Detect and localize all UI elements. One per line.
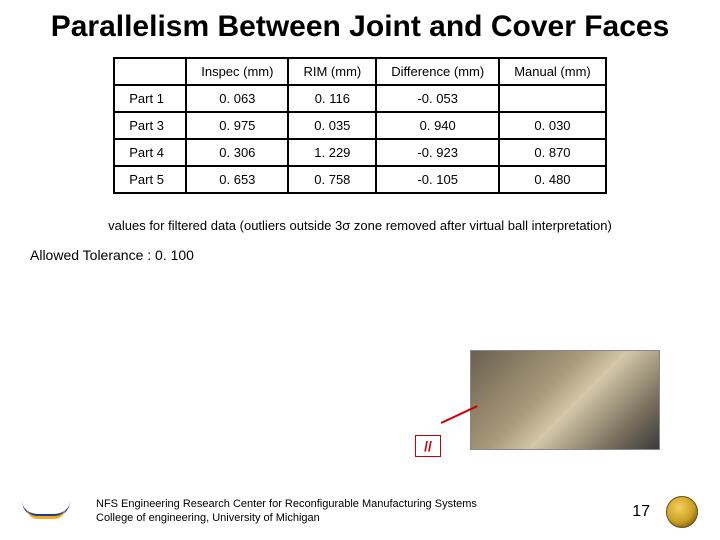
cell: 0. 030 (499, 112, 606, 139)
col-inspec: Inspec (mm) (186, 58, 288, 85)
cell: 0. 063 (186, 85, 288, 112)
table-row: Part 5 0. 653 0. 758 -0. 105 0. 480 (114, 166, 606, 193)
col-rim: RIM (mm) (288, 58, 376, 85)
slide-title: Parallelism Between Joint and Cover Face… (0, 0, 720, 51)
table-container: Inspec (mm) RIM (mm) Difference (mm) Man… (0, 57, 720, 194)
cell (499, 85, 606, 112)
page-number: 17 (632, 503, 650, 521)
footer-affiliation: NFS Engineering Research Center for Reco… (96, 498, 616, 526)
parallelism-table: Inspec (mm) RIM (mm) Difference (mm) Man… (113, 57, 607, 194)
cell: 0. 116 (288, 85, 376, 112)
footer-line1: NFS Engineering Research Center for Reco… (96, 498, 616, 512)
parallelism-symbol-callout: // (415, 435, 441, 457)
cell: 0. 653 (186, 166, 288, 193)
cell: 0. 480 (499, 166, 606, 193)
engine-block-photo (470, 350, 660, 450)
cell: Part 4 (114, 139, 186, 166)
cell: Part 5 (114, 166, 186, 193)
cell: Part 3 (114, 112, 186, 139)
table-row: Part 4 0. 306 1. 229 -0. 923 0. 870 (114, 139, 606, 166)
col-difference: Difference (mm) (376, 58, 499, 85)
cell: -0. 105 (376, 166, 499, 193)
cell: 0. 035 (288, 112, 376, 139)
filtered-data-note: values for filtered data (outliers outsi… (0, 218, 720, 233)
cell: 0. 870 (499, 139, 606, 166)
footer-line2: College of engineering, University of Mi… (96, 512, 616, 526)
cell: 0. 940 (376, 112, 499, 139)
cell: 1. 229 (288, 139, 376, 166)
col-blank (114, 58, 186, 85)
university-seal-icon (666, 496, 698, 528)
erc-logo-icon (22, 497, 74, 527)
cell: 0. 975 (186, 112, 288, 139)
col-manual: Manual (mm) (499, 58, 606, 85)
cell: 0. 758 (288, 166, 376, 193)
table-header-row: Inspec (mm) RIM (mm) Difference (mm) Man… (114, 58, 606, 85)
table-row: Part 3 0. 975 0. 035 0. 940 0. 030 (114, 112, 606, 139)
cell: -0. 053 (376, 85, 499, 112)
cell: -0. 923 (376, 139, 499, 166)
table-row: Part 1 0. 063 0. 116 -0. 053 (114, 85, 606, 112)
allowed-tolerance: Allowed Tolerance : 0. 100 (30, 247, 720, 263)
slide-footer: NFS Engineering Research Center for Reco… (0, 496, 720, 528)
cell: Part 1 (114, 85, 186, 112)
cell: 0. 306 (186, 139, 288, 166)
